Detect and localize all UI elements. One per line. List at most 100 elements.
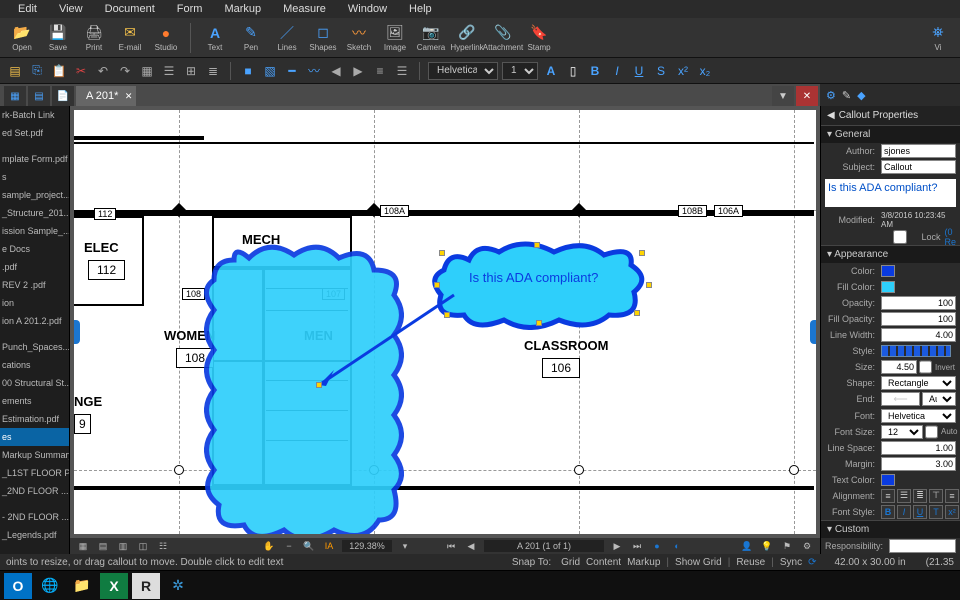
fillcolor-swatch[interactable] (881, 281, 895, 293)
file-item[interactable]: rk-Batch Link (0, 106, 69, 124)
explorer-icon[interactable]: 📁 (68, 573, 96, 599)
author-field[interactable] (881, 144, 956, 158)
bold-prop-icon[interactable]: B (881, 505, 895, 519)
profile-button[interactable]: ⛯Vi (922, 20, 954, 56)
replies-link[interactable]: (0 Re (945, 227, 957, 247)
file-item[interactable]: ion (0, 294, 69, 312)
thumb2-icon[interactable]: ▤ (96, 539, 110, 553)
shapes-tool[interactable]: ◻Shapes (307, 20, 339, 56)
help-panel-icon[interactable]: ◆ (857, 89, 865, 102)
file-item[interactable]: ed Set.pdf (0, 124, 69, 142)
margin-field[interactable] (881, 457, 956, 471)
italic-icon[interactable]: I (608, 62, 626, 80)
zoom-dd-icon[interactable]: ▾ (398, 539, 412, 553)
arrow-start-icon[interactable]: ◀ (327, 62, 345, 80)
cut-icon[interactable]: ✂ (72, 62, 90, 80)
list-view-icon[interactable]: ▤ (28, 86, 50, 106)
opacity-field[interactable] (881, 296, 956, 310)
file-item[interactable]: _Structure_201... (0, 204, 69, 222)
underline-icon[interactable]: U (630, 62, 648, 80)
paste-icon[interactable]: 📋 (50, 62, 68, 80)
right-flyout[interactable] (810, 320, 816, 344)
font-select-prop[interactable]: Helvetica (881, 409, 956, 423)
strike-icon[interactable]: S (652, 62, 670, 80)
align-center-icon[interactable]: ☰ (897, 489, 911, 503)
callout-leader[interactable] (304, 280, 474, 400)
align-left-icon[interactable]: ≡ (881, 489, 895, 503)
snap-content[interactable]: Content (586, 557, 621, 568)
stamp-tool[interactable]: 🔖Stamp (523, 20, 555, 56)
file-item[interactable]: _Legends.pdf (0, 526, 69, 544)
section-custom[interactable]: ▾ Custom (821, 520, 960, 538)
file-item[interactable]: Markup Summary (0, 446, 69, 464)
redo-icon[interactable]: ↷ (116, 62, 134, 80)
linestyle-select[interactable] (881, 345, 951, 357)
hyperlink-tool[interactable]: 🔗Hyperlink (451, 20, 483, 56)
align-right-icon[interactable]: ≣ (913, 489, 927, 503)
sub-icon[interactable]: x₂ (696, 62, 714, 80)
file-item[interactable]: 00 Structural St... (0, 374, 69, 392)
align-icon[interactable]: ☰ (160, 62, 178, 80)
email-button[interactable]: ✉E-mail (114, 20, 146, 56)
menu-help[interactable]: Help (399, 1, 442, 17)
next-page-icon[interactable]: ▶ (610, 539, 624, 553)
lines-tool[interactable]: ／Lines (271, 20, 303, 56)
open-button[interactable]: 📂Open (6, 20, 38, 56)
file-item[interactable]: REV 2 .pdf (0, 276, 69, 294)
responsibility-field[interactable] (889, 539, 956, 553)
image-tool[interactable]: 🖼Image (379, 20, 411, 56)
font-select[interactable]: Helvetica (428, 62, 498, 80)
fill-icon[interactable]: ▧ (261, 62, 279, 80)
linewidth-field[interactable] (881, 328, 956, 342)
document-tab[interactable]: A 201* ✕ (76, 86, 136, 106)
linespace-field[interactable] (881, 441, 956, 455)
sketch-tool[interactable]: 〰Sketch (343, 20, 375, 56)
fontcolor-icon[interactable]: A (542, 62, 560, 80)
highlight-icon[interactable]: ▯ (564, 62, 582, 80)
first-page-icon[interactable]: ⏮ (444, 539, 458, 553)
thumb3-icon[interactable]: ▥ (116, 539, 130, 553)
attachment-tool[interactable]: 📎Attachment (487, 20, 519, 56)
strike-prop-icon[interactable]: T (929, 505, 943, 519)
pin-icon[interactable]: ▼ (772, 86, 794, 106)
menu-markup[interactable]: Markup (214, 1, 271, 17)
menu-measure[interactable]: Measure (273, 1, 336, 17)
file-item[interactable]: - 2ND FLOOR ... (0, 508, 69, 526)
left-flyout[interactable] (74, 320, 80, 344)
end-size-select[interactable]: Auto (922, 392, 956, 406)
zoom-value[interactable]: 129.38% (342, 540, 392, 552)
autosize-checkbox[interactable] (925, 425, 938, 439)
fontsize-select[interactable]: 12 (502, 62, 538, 80)
outlook-icon[interactable]: O (4, 573, 32, 599)
bold-icon[interactable]: B (586, 62, 604, 80)
thumbnail-view-icon[interactable]: ▦ (4, 86, 26, 106)
close-doc-icon[interactable]: ✕ (796, 86, 818, 106)
sync-toggle[interactable]: Sync (780, 557, 802, 568)
sup-icon[interactable]: x² (674, 62, 692, 80)
file-item[interactable]: .pdf (0, 258, 69, 276)
reuse-toggle[interactable]: Reuse (736, 557, 765, 568)
align-top-icon[interactable]: ⊤ (929, 489, 943, 503)
resize-handle[interactable] (639, 250, 645, 256)
file-item[interactable]: Estimation.pdf (0, 410, 69, 428)
thumb1-icon[interactable]: ▦ (76, 539, 90, 553)
camera-tool[interactable]: 📷Camera (415, 20, 447, 56)
color-a-icon[interactable]: ■ (239, 62, 257, 80)
underline-prop-icon[interactable]: U (913, 505, 927, 519)
pen-panel-icon[interactable]: ✎ (842, 89, 851, 102)
gear-icon[interactable]: ⚙ (826, 89, 836, 102)
lock-checkbox[interactable] (881, 230, 919, 244)
arrow-end-icon[interactable]: ▶ (349, 62, 367, 80)
thumb4-icon[interactable]: ◫ (136, 539, 150, 553)
snap-markup[interactable]: Markup (627, 557, 660, 568)
show-grid[interactable]: Show Grid (675, 557, 722, 568)
file-item[interactable] (0, 500, 69, 508)
align-mid-icon[interactable]: ≡ (945, 489, 959, 503)
prev-page-icon[interactable]: ◀ (464, 539, 478, 553)
text-select-icon[interactable]: IA (322, 539, 336, 553)
section-general[interactable]: ▾ General (821, 125, 960, 143)
revu-icon[interactable]: R (132, 573, 160, 599)
text-tool[interactable]: AText (199, 20, 231, 56)
fillopacity-field[interactable] (881, 312, 956, 326)
fontsize-select-prop[interactable]: 12 (881, 425, 923, 439)
